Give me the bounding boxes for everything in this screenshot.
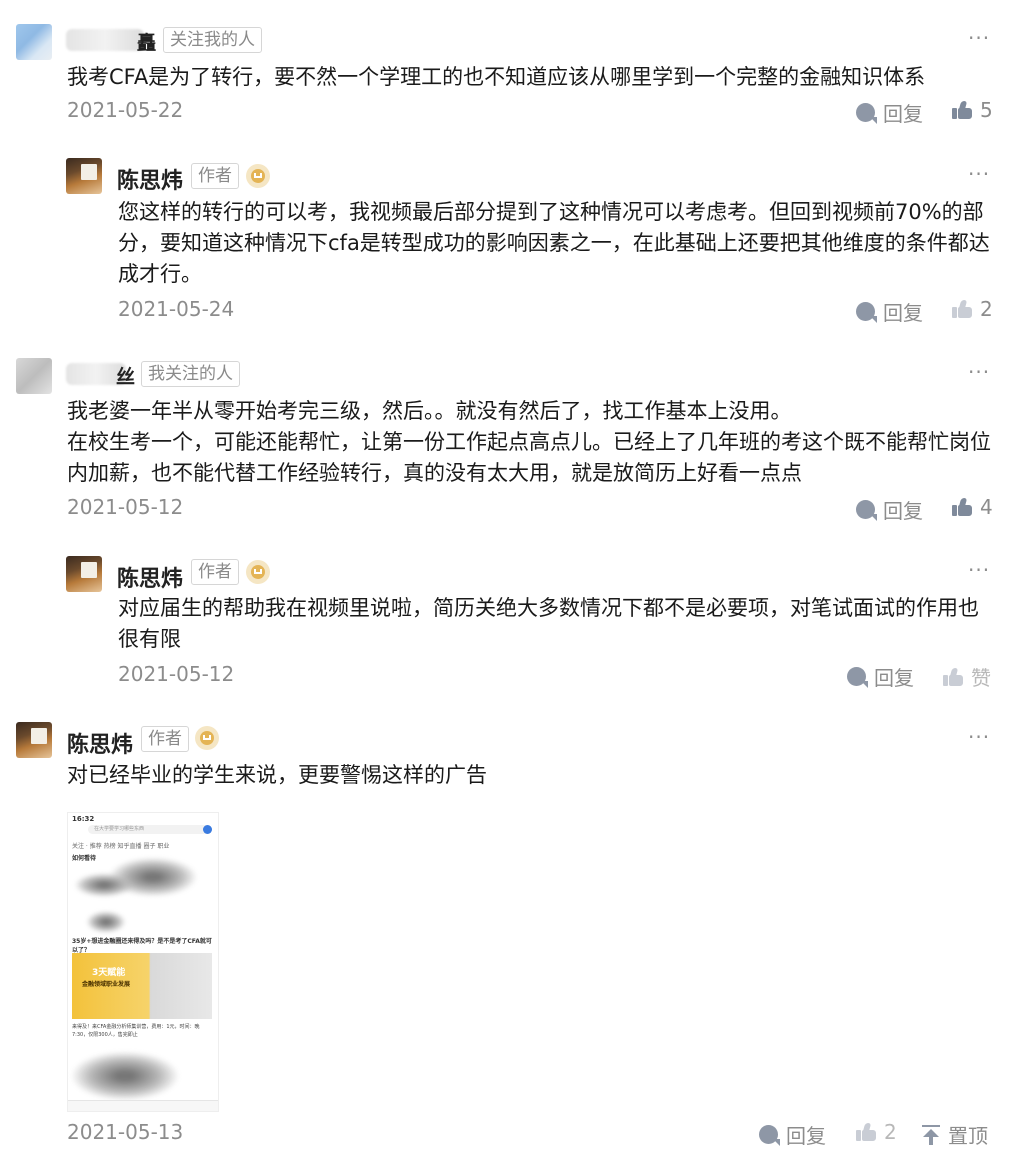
like-count: 4 — [980, 495, 993, 519]
like-button[interactable]: 2 — [952, 297, 993, 321]
like-button[interactable]: 4 — [952, 495, 993, 519]
comment-4: 陈思炜 作者 ··· 对应届生的帮助我在视频里说啦，简历关绝大多数情况下都不是必… — [0, 540, 1018, 700]
reply-label: 回复 — [883, 301, 923, 325]
username[interactable]: 陈思炜 — [67, 727, 133, 759]
blur-smudge — [86, 911, 126, 933]
reply-label: 回复 — [883, 499, 923, 523]
more-options-icon[interactable]: ··· — [968, 725, 990, 749]
reply-label: 回复 — [883, 102, 923, 126]
reply-button[interactable]: 回复 — [856, 297, 923, 326]
relation-tag: 关注我的人 — [163, 27, 262, 53]
crown-badge-icon — [195, 726, 219, 750]
comment-date: 2021-05-12 — [67, 495, 184, 519]
like-label: 赞 — [971, 666, 991, 690]
comment-1: 矗 关注我的人 ··· 我考CFA是为了转行，要不然一个学理工的也不知道应该从哪… — [0, 0, 1018, 140]
relation-tag: 我关注的人 — [141, 361, 240, 387]
thumbs-up-icon — [952, 300, 972, 318]
phone-ad-description: 来得及！来CFA金融分析师集训营，费用：1元，时间：晚7:30，仅限300人，售… — [72, 1024, 200, 1038]
reply-icon — [856, 103, 877, 124]
like-button[interactable]: 5 — [952, 98, 993, 122]
phone-bottom-bar — [68, 1100, 218, 1111]
reply-icon — [847, 667, 868, 688]
reply-icon — [856, 500, 877, 521]
comment-text-line-1: 我老婆一年半从零开始考完三级，然后。。就没有然后了，找工作基本上没用。 — [67, 399, 792, 423]
thumbs-up-icon — [943, 667, 963, 686]
like-count: 2 — [980, 297, 993, 321]
more-options-icon[interactable]: ··· — [968, 360, 990, 384]
crown-badge-icon — [246, 164, 270, 188]
phone-ad-banner: 3天赋能 金融领域职业发展 — [72, 953, 212, 1019]
reply-button[interactable]: 回复 — [856, 98, 923, 127]
more-options-icon[interactable]: ··· — [968, 26, 990, 50]
comment-date: 2021-05-22 — [67, 98, 184, 122]
comment-text: 我考CFA是为了转行，要不然一个学理工的也不知道应该从哪里学到一个完整的金融知识… — [67, 65, 926, 89]
comment-text-line-2: 在校生考一个，可能还能帮忙，让第一份工作起点高点儿。已经上了几年班的考这个既不能… — [67, 430, 991, 485]
thumbs-up-icon — [856, 1123, 876, 1141]
plus-icon — [203, 825, 212, 834]
avatar[interactable] — [16, 24, 52, 60]
banner-title: 3天赋能 — [92, 968, 126, 978]
username[interactable]: 陈思炜 — [117, 163, 183, 195]
avatar[interactable] — [66, 158, 102, 194]
username-blurred[interactable] — [66, 29, 144, 51]
comment-text: 对应届生的帮助我在视频里说啦，简历关绝大多数情况下都不是必要项，对笔试面试的作用… — [118, 596, 979, 651]
comment-text: 对已经毕业的学生来说，更要警惕这样的广告 — [67, 763, 487, 787]
pin-top-icon — [922, 1124, 940, 1145]
phone-status-time: 16:32 — [72, 815, 95, 823]
reply-icon — [856, 302, 877, 323]
like-button[interactable]: 赞 — [943, 662, 991, 691]
comment-text: 您这样的转行的可以考，我视频最后部分提到了这种情况可以考虑考。但回到视频前70%… — [118, 200, 990, 286]
more-options-icon[interactable]: ··· — [968, 558, 990, 582]
comment-date: 2021-05-12 — [118, 662, 235, 686]
like-count: 5 — [980, 98, 993, 122]
phone-search-bar: 在大学要学习哪些东西 — [88, 825, 212, 834]
author-tag: 作者 — [191, 163, 239, 189]
crown-badge-icon — [246, 560, 270, 584]
pin-button[interactable]: 置顶 — [922, 1120, 988, 1149]
avatar[interactable] — [16, 358, 52, 394]
reply-label: 回复 — [786, 1124, 826, 1148]
ad-screenshot-image[interactable]: 16:32 在大学要学习哪些东西 关注 · 推荐 热榜 知乎直播 圈子 职业 如… — [67, 812, 219, 1112]
username-suffix[interactable]: 丝 — [116, 362, 135, 389]
phone-tabs: 关注 · 推荐 热榜 知乎直播 圈子 职业 — [72, 843, 170, 850]
comment-2: 陈思炜 作者 ··· 您这样的转行的可以考，我视频最后部分提到了这种情况可以考虑… — [0, 140, 1018, 340]
comment-3: 丝 我关注的人 ··· 我老婆一年半从零开始考完三级，然后。。就没有然后了，找工… — [0, 340, 1018, 540]
like-button[interactable]: 2 — [856, 1120, 897, 1144]
username-suffix[interactable]: 矗 — [137, 28, 156, 55]
thumbs-up-icon — [952, 101, 972, 119]
reply-button[interactable]: 回复 — [856, 495, 923, 524]
blur-smudge — [74, 873, 134, 897]
reply-icon — [759, 1125, 780, 1146]
thumbs-up-icon — [952, 498, 972, 516]
more-options-icon[interactable]: ··· — [968, 162, 990, 186]
author-tag: 作者 — [191, 559, 239, 585]
avatar[interactable] — [66, 556, 102, 592]
reply-button[interactable]: 回复 — [847, 662, 914, 691]
comment-date: 2021-05-24 — [118, 297, 235, 321]
reply-label: 回复 — [874, 666, 914, 690]
like-count: 2 — [884, 1120, 897, 1144]
comment-date: 2021-05-13 — [67, 1120, 184, 1144]
avatar[interactable] — [16, 722, 52, 758]
reply-button[interactable]: 回复 — [759, 1120, 826, 1149]
banner-subtitle: 金融领域职业发展 — [82, 981, 131, 988]
pin-label: 置顶 — [948, 1124, 988, 1148]
username[interactable]: 陈思炜 — [117, 561, 183, 593]
blur-smudge — [70, 1051, 180, 1101]
author-tag: 作者 — [141, 726, 189, 752]
